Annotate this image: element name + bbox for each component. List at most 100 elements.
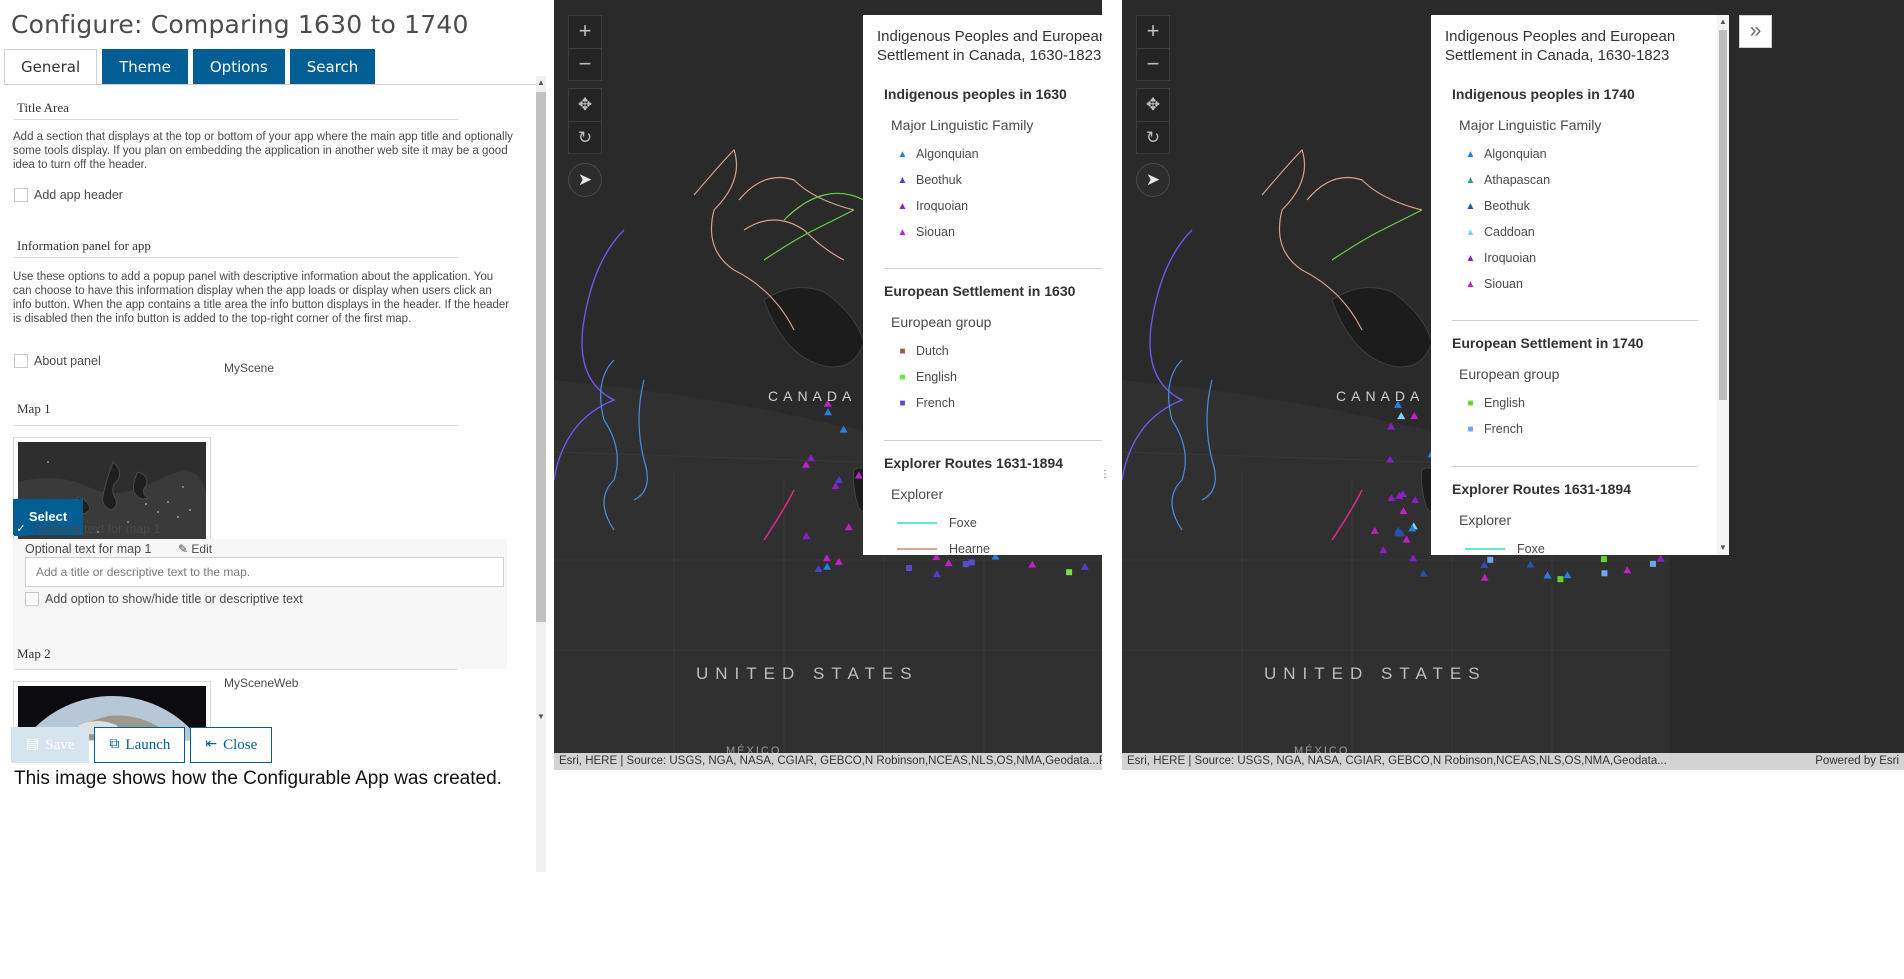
tab-options[interactable]: Options bbox=[192, 49, 285, 85]
legend-item-label: Dutch bbox=[916, 344, 949, 358]
image-caption: This image shows how the Configurable Ap… bbox=[14, 768, 502, 789]
save-button[interactable]: ▤ Save bbox=[11, 727, 90, 763]
powered-by-text: Powered by Esri bbox=[1815, 755, 1899, 767]
legend-scroll-up[interactable]: ▲ bbox=[1719, 17, 1727, 26]
split-divider[interactable] bbox=[1102, 0, 1122, 770]
showhide-checkbox[interactable] bbox=[25, 592, 39, 606]
legend-item-label: French bbox=[916, 396, 955, 410]
legend-scroll-down[interactable]: ▼ bbox=[1719, 543, 1727, 552]
scroll-down-arrow[interactable]: ▼ bbox=[537, 712, 545, 721]
zoom-out-button[interactable]: − bbox=[1137, 49, 1169, 81]
triangle-icon: ▲ bbox=[1465, 252, 1476, 264]
exit-icon: ⇤ bbox=[205, 737, 218, 752]
settlement-marker[interactable] bbox=[906, 565, 913, 572]
legend-item-caddoan: ▲ Caddoan bbox=[1465, 225, 1535, 239]
legend-item-label: English bbox=[1484, 396, 1525, 410]
zoom-in-button[interactable]: + bbox=[1137, 16, 1169, 48]
line-icon bbox=[897, 522, 937, 524]
edit-link[interactable]: ✎ Edit bbox=[178, 542, 212, 556]
triangle-icon: ▲ bbox=[1465, 278, 1476, 290]
square-icon: ■ bbox=[1467, 397, 1474, 409]
square-icon: ■ bbox=[899, 397, 906, 409]
legend-title: Indigenous Peoples and European Settleme… bbox=[1445, 28, 1676, 64]
optional-text-checkbox[interactable]: ✓ bbox=[14, 522, 28, 536]
add-app-header-checkbox[interactable] bbox=[14, 188, 28, 202]
legend-item-foxe: Foxe bbox=[897, 516, 977, 530]
settlement-marker[interactable] bbox=[1649, 560, 1656, 567]
triangle-icon: ▲ bbox=[897, 226, 908, 238]
settlement-marker[interactable] bbox=[1487, 556, 1494, 563]
split-handle-icon[interactable]: ⋮ bbox=[1100, 470, 1110, 480]
attribution-text: Esri, HERE | Source: USGS, NGA, NASA, CG… bbox=[1127, 755, 1667, 767]
settlement-marker[interactable] bbox=[1066, 569, 1073, 576]
legend-item-label: Algonquian bbox=[916, 147, 979, 161]
attribution-bar: Esri, HERE | Source: USGS, NGA, NASA, CG… bbox=[1122, 753, 1904, 770]
map-view-1740[interactable]: CANADA UNITED STATES MÉXICO + − ✥ ↻ ➤ In… bbox=[1122, 0, 1904, 770]
legend-panel-1740[interactable]: Indigenous Peoples and European Settleme… bbox=[1431, 15, 1729, 555]
edit-label: Edit bbox=[191, 542, 213, 556]
settlement-marker[interactable] bbox=[1601, 570, 1608, 577]
rotate-icon[interactable]: ↻ bbox=[569, 122, 601, 154]
settlement-marker[interactable] bbox=[968, 559, 975, 566]
tab-general[interactable]: General bbox=[4, 49, 98, 85]
settlement-marker[interactable] bbox=[962, 561, 969, 568]
navigation-controls: ✥ ↻ bbox=[568, 88, 602, 154]
legend-item-athapascan: ▲ Athapascan bbox=[1465, 173, 1550, 187]
legend-item-french: ■ French bbox=[897, 396, 955, 410]
legend-divider bbox=[1452, 466, 1698, 467]
add-app-header-row: Add app header bbox=[14, 188, 123, 202]
legend-item-iroquoian: ▲ Iroquoian bbox=[1465, 251, 1537, 265]
launch-button[interactable]: ⧉ Launch bbox=[94, 727, 186, 763]
triangle-icon: ▲ bbox=[897, 200, 908, 212]
settlement-marker[interactable] bbox=[1600, 556, 1607, 563]
about-panel-checkbox[interactable] bbox=[14, 354, 28, 368]
footer-buttons: ▤ Save ⧉ Launch ⇤ Close bbox=[11, 727, 277, 763]
rotate-icon[interactable]: ↻ bbox=[1137, 122, 1169, 154]
label-united-states: UNITED STATES bbox=[1264, 664, 1487, 683]
triangle-icon: ▲ bbox=[897, 174, 908, 186]
legend-item-label: Siouan bbox=[916, 225, 955, 239]
scroll-up-arrow[interactable]: ▲ bbox=[537, 78, 545, 87]
tab-theme[interactable]: Theme bbox=[102, 49, 188, 85]
tab-search[interactable]: Search bbox=[289, 49, 376, 85]
label-united-states: UNITED STATES bbox=[696, 664, 919, 683]
zoom-out-button[interactable]: − bbox=[569, 49, 601, 81]
zoom-controls: + − bbox=[1136, 15, 1170, 81]
settings-scrollbar-thumb[interactable] bbox=[536, 92, 546, 622]
legend-explorer-label: Explorer bbox=[1459, 512, 1512, 528]
pan-icon[interactable]: ✥ bbox=[569, 89, 601, 121]
legend-item-iroquoian: ▲ Iroquoian bbox=[897, 199, 969, 213]
add-app-header-label: Add app header bbox=[34, 188, 123, 202]
attribution-bar: Esri, HERE | Source: USGS, NGA, NASA, CG… bbox=[554, 753, 1102, 770]
square-icon: ■ bbox=[899, 345, 906, 357]
legend-scrollbar-thumb[interactable] bbox=[1719, 30, 1727, 400]
legend-divider bbox=[884, 440, 1130, 441]
zoom-controls: + − bbox=[568, 15, 602, 81]
tab-divider bbox=[4, 84, 539, 85]
legend-item-beothuk: ▲ Beothuk bbox=[1465, 199, 1530, 213]
label-canada: CANADA bbox=[768, 388, 857, 404]
compass-icon[interactable]: ➤ bbox=[568, 163, 602, 197]
legend-item-english: ■ English bbox=[897, 370, 957, 384]
external-link-icon: ⧉ bbox=[109, 737, 120, 752]
zoom-in-button[interactable]: + bbox=[569, 16, 601, 48]
pan-icon[interactable]: ✥ bbox=[1137, 89, 1169, 121]
compass-icon[interactable]: ➤ bbox=[1136, 163, 1170, 197]
settlement-marker[interactable] bbox=[1557, 576, 1564, 583]
tab-bar: General Theme Options Search bbox=[4, 49, 380, 85]
showhide-row: Add option to show/hide title or descrip… bbox=[25, 592, 303, 606]
launch-label: Launch bbox=[125, 737, 171, 753]
optional-text-input[interactable]: Add a title or descriptive text to the m… bbox=[25, 557, 504, 587]
section-heading-map1: Map 1 bbox=[17, 401, 51, 416]
legend-item-label: Beothuk bbox=[916, 173, 962, 187]
legend-item-label: Iroquoian bbox=[1484, 251, 1537, 265]
legend-item-label: Hearne bbox=[949, 542, 990, 555]
save-icon: ▤ bbox=[26, 737, 40, 752]
expand-icon[interactable]: » bbox=[1739, 15, 1772, 48]
square-icon: ■ bbox=[1467, 423, 1474, 435]
attribution-text: Esri, HERE | Source: USGS, NGA, NASA, CG… bbox=[559, 755, 1099, 767]
legend-item-french: ■ French bbox=[1465, 422, 1522, 436]
triangle-icon: ▲ bbox=[1465, 174, 1476, 186]
close-button[interactable]: ⇤ Close bbox=[190, 727, 273, 763]
legend-item-english: ■ English bbox=[1465, 396, 1525, 410]
